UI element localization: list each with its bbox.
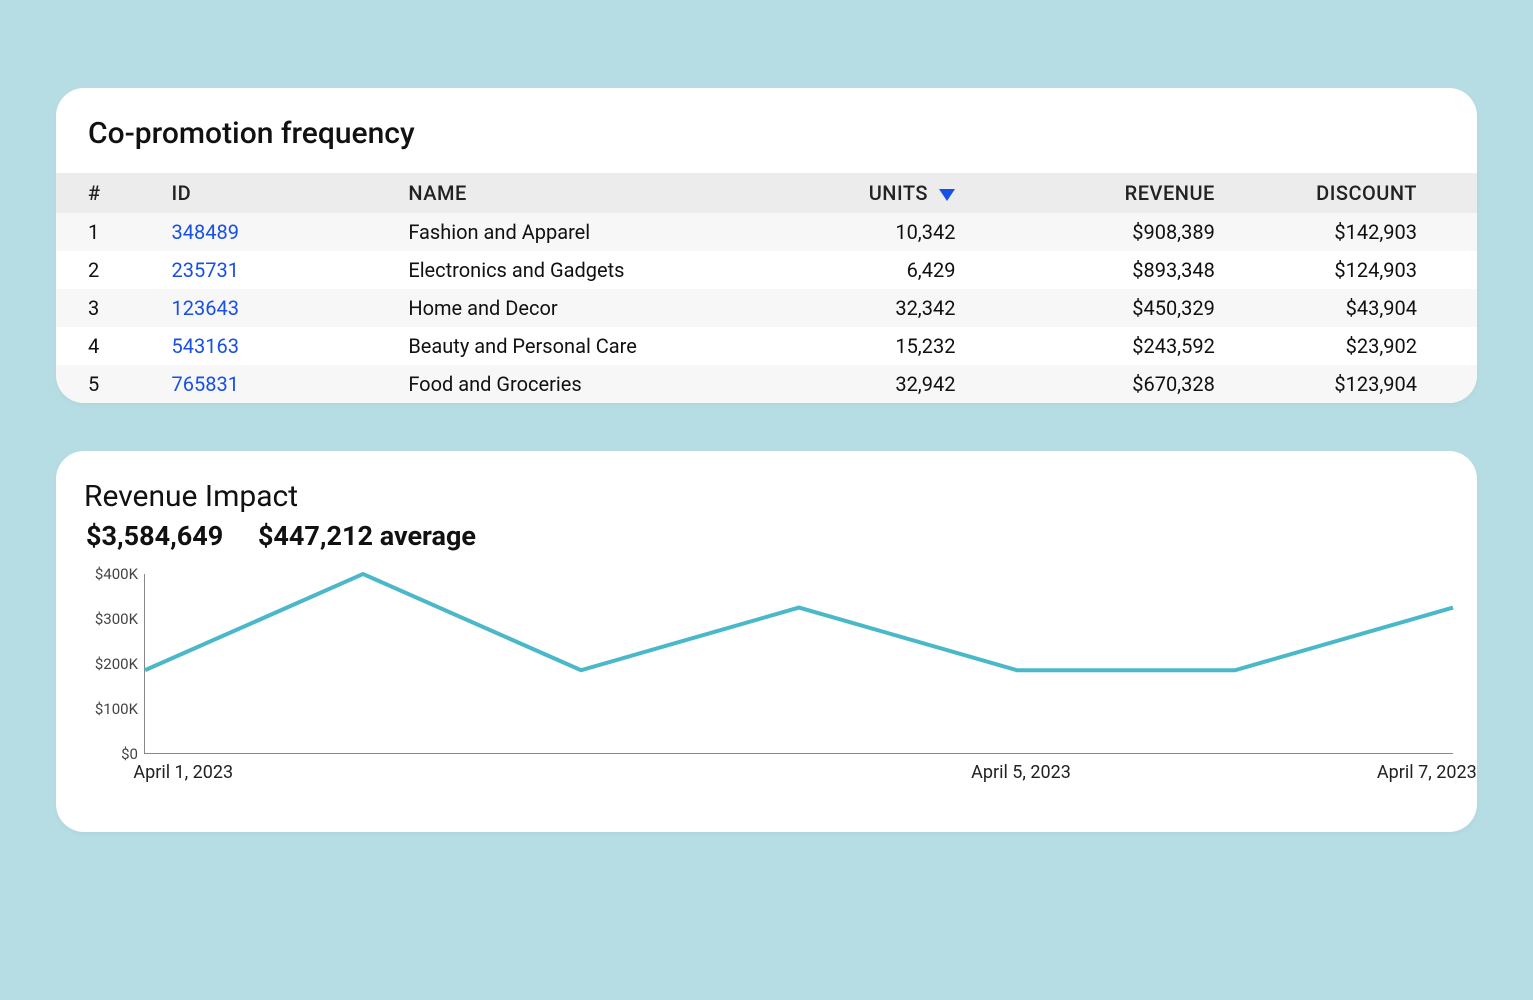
id-link[interactable]: 235731 xyxy=(172,258,239,282)
table-row[interactable]: 2 235731 Electronics and Gadgets6,429$893,… xyxy=(56,251,1477,289)
col-header-id[interactable]: ID xyxy=(158,173,395,213)
cell-units: 15,232 xyxy=(755,327,969,365)
cell-name: Electronics and Gadgets xyxy=(394,251,755,289)
col-header-index[interactable]: # xyxy=(56,173,158,213)
y-axis-tick: $300K xyxy=(95,610,138,628)
cell-revenue: $893,348 xyxy=(969,251,1228,289)
cell-revenue: $243,592 xyxy=(969,327,1228,365)
table-row[interactable]: 1 348489 Fashion and Apparel10,342$908,389… xyxy=(56,213,1477,251)
cell-name: Fashion and Apparel xyxy=(394,213,755,251)
revenue-chart: $400K$300K$200K$100K$0 April 1, 2023Apri… xyxy=(80,574,1453,804)
cell-discount: $43,904 xyxy=(1229,289,1477,327)
cell-id[interactable]: 765831 xyxy=(158,365,395,403)
cell-units: 32,342 xyxy=(755,289,969,327)
cell-id[interactable]: 123643 xyxy=(158,289,395,327)
id-link[interactable]: 348489 xyxy=(172,220,239,244)
revenue-metrics: $3,584,649 $447,212 average xyxy=(80,520,1453,552)
cell-units: 10,342 xyxy=(755,213,969,251)
cell-revenue: $450,329 xyxy=(969,289,1228,327)
cell-revenue: $908,389 xyxy=(969,213,1228,251)
cell-index: 3 xyxy=(56,289,158,327)
revenue-line xyxy=(145,574,1453,670)
table-row[interactable]: 4 543163 Beauty and Personal Care15,232$24… xyxy=(56,327,1477,365)
sort-desc-icon xyxy=(939,189,955,201)
x-axis-tick: April 1, 2023 xyxy=(133,762,233,783)
cell-id[interactable]: 348489 xyxy=(158,213,395,251)
id-link[interactable]: 765831 xyxy=(172,372,239,396)
cell-id[interactable]: 235731 xyxy=(158,251,395,289)
revenue-total: $3,584,649 xyxy=(86,520,223,552)
cell-index: 5 xyxy=(56,365,158,403)
card-title: Revenue Impact xyxy=(80,479,1453,514)
card-title: Co-promotion frequency xyxy=(56,88,1477,173)
cell-units: 32,942 xyxy=(755,365,969,403)
y-axis-tick: $0 xyxy=(121,745,138,763)
x-axis-tick: April 7, 2023 xyxy=(1377,762,1477,783)
cell-index: 4 xyxy=(56,327,158,365)
cell-name: Home and Decor xyxy=(394,289,755,327)
table-header-row: # ID NAME UNITS REVENUE DISCOUNT xyxy=(56,173,1477,213)
col-header-units[interactable]: UNITS xyxy=(755,173,969,213)
cell-discount: $23,902 xyxy=(1229,327,1477,365)
col-header-discount[interactable]: DISCOUNT xyxy=(1229,173,1477,213)
cell-revenue: $670,328 xyxy=(969,365,1228,403)
revenue-impact-card: Revenue Impact $3,584,649 $447,212 avera… xyxy=(56,451,1477,832)
cell-index: 1 xyxy=(56,213,158,251)
id-link[interactable]: 123643 xyxy=(172,296,239,320)
id-link[interactable]: 543163 xyxy=(172,334,239,358)
co-promotion-table: # ID NAME UNITS REVENUE DISCOUNT 1 348489… xyxy=(56,173,1477,403)
cell-index: 2 xyxy=(56,251,158,289)
table-row[interactable]: 5 765831 Food and Groceries32,942$670,328$… xyxy=(56,365,1477,403)
x-axis-tick: April 5, 2023 xyxy=(971,762,1071,783)
col-header-name[interactable]: NAME xyxy=(394,173,755,213)
y-axis-tick: $100K xyxy=(95,700,138,718)
cell-units: 6,429 xyxy=(755,251,969,289)
y-axis-tick: $200K xyxy=(95,655,138,673)
cell-id[interactable]: 543163 xyxy=(158,327,395,365)
col-header-revenue[interactable]: REVENUE xyxy=(969,173,1228,213)
cell-discount: $142,903 xyxy=(1229,213,1477,251)
cell-discount: $123,904 xyxy=(1229,365,1477,403)
cell-name: Food and Groceries xyxy=(394,365,755,403)
revenue-average: $447,212 average xyxy=(258,520,476,552)
cell-discount: $124,903 xyxy=(1229,251,1477,289)
table-row[interactable]: 3 123643 Home and Decor32,342$450,329$43,9… xyxy=(56,289,1477,327)
cell-name: Beauty and Personal Care xyxy=(394,327,755,365)
y-axis-tick: $400K xyxy=(95,565,138,583)
co-promotion-card: Co-promotion frequency # ID NAME UNITS R… xyxy=(56,88,1477,403)
